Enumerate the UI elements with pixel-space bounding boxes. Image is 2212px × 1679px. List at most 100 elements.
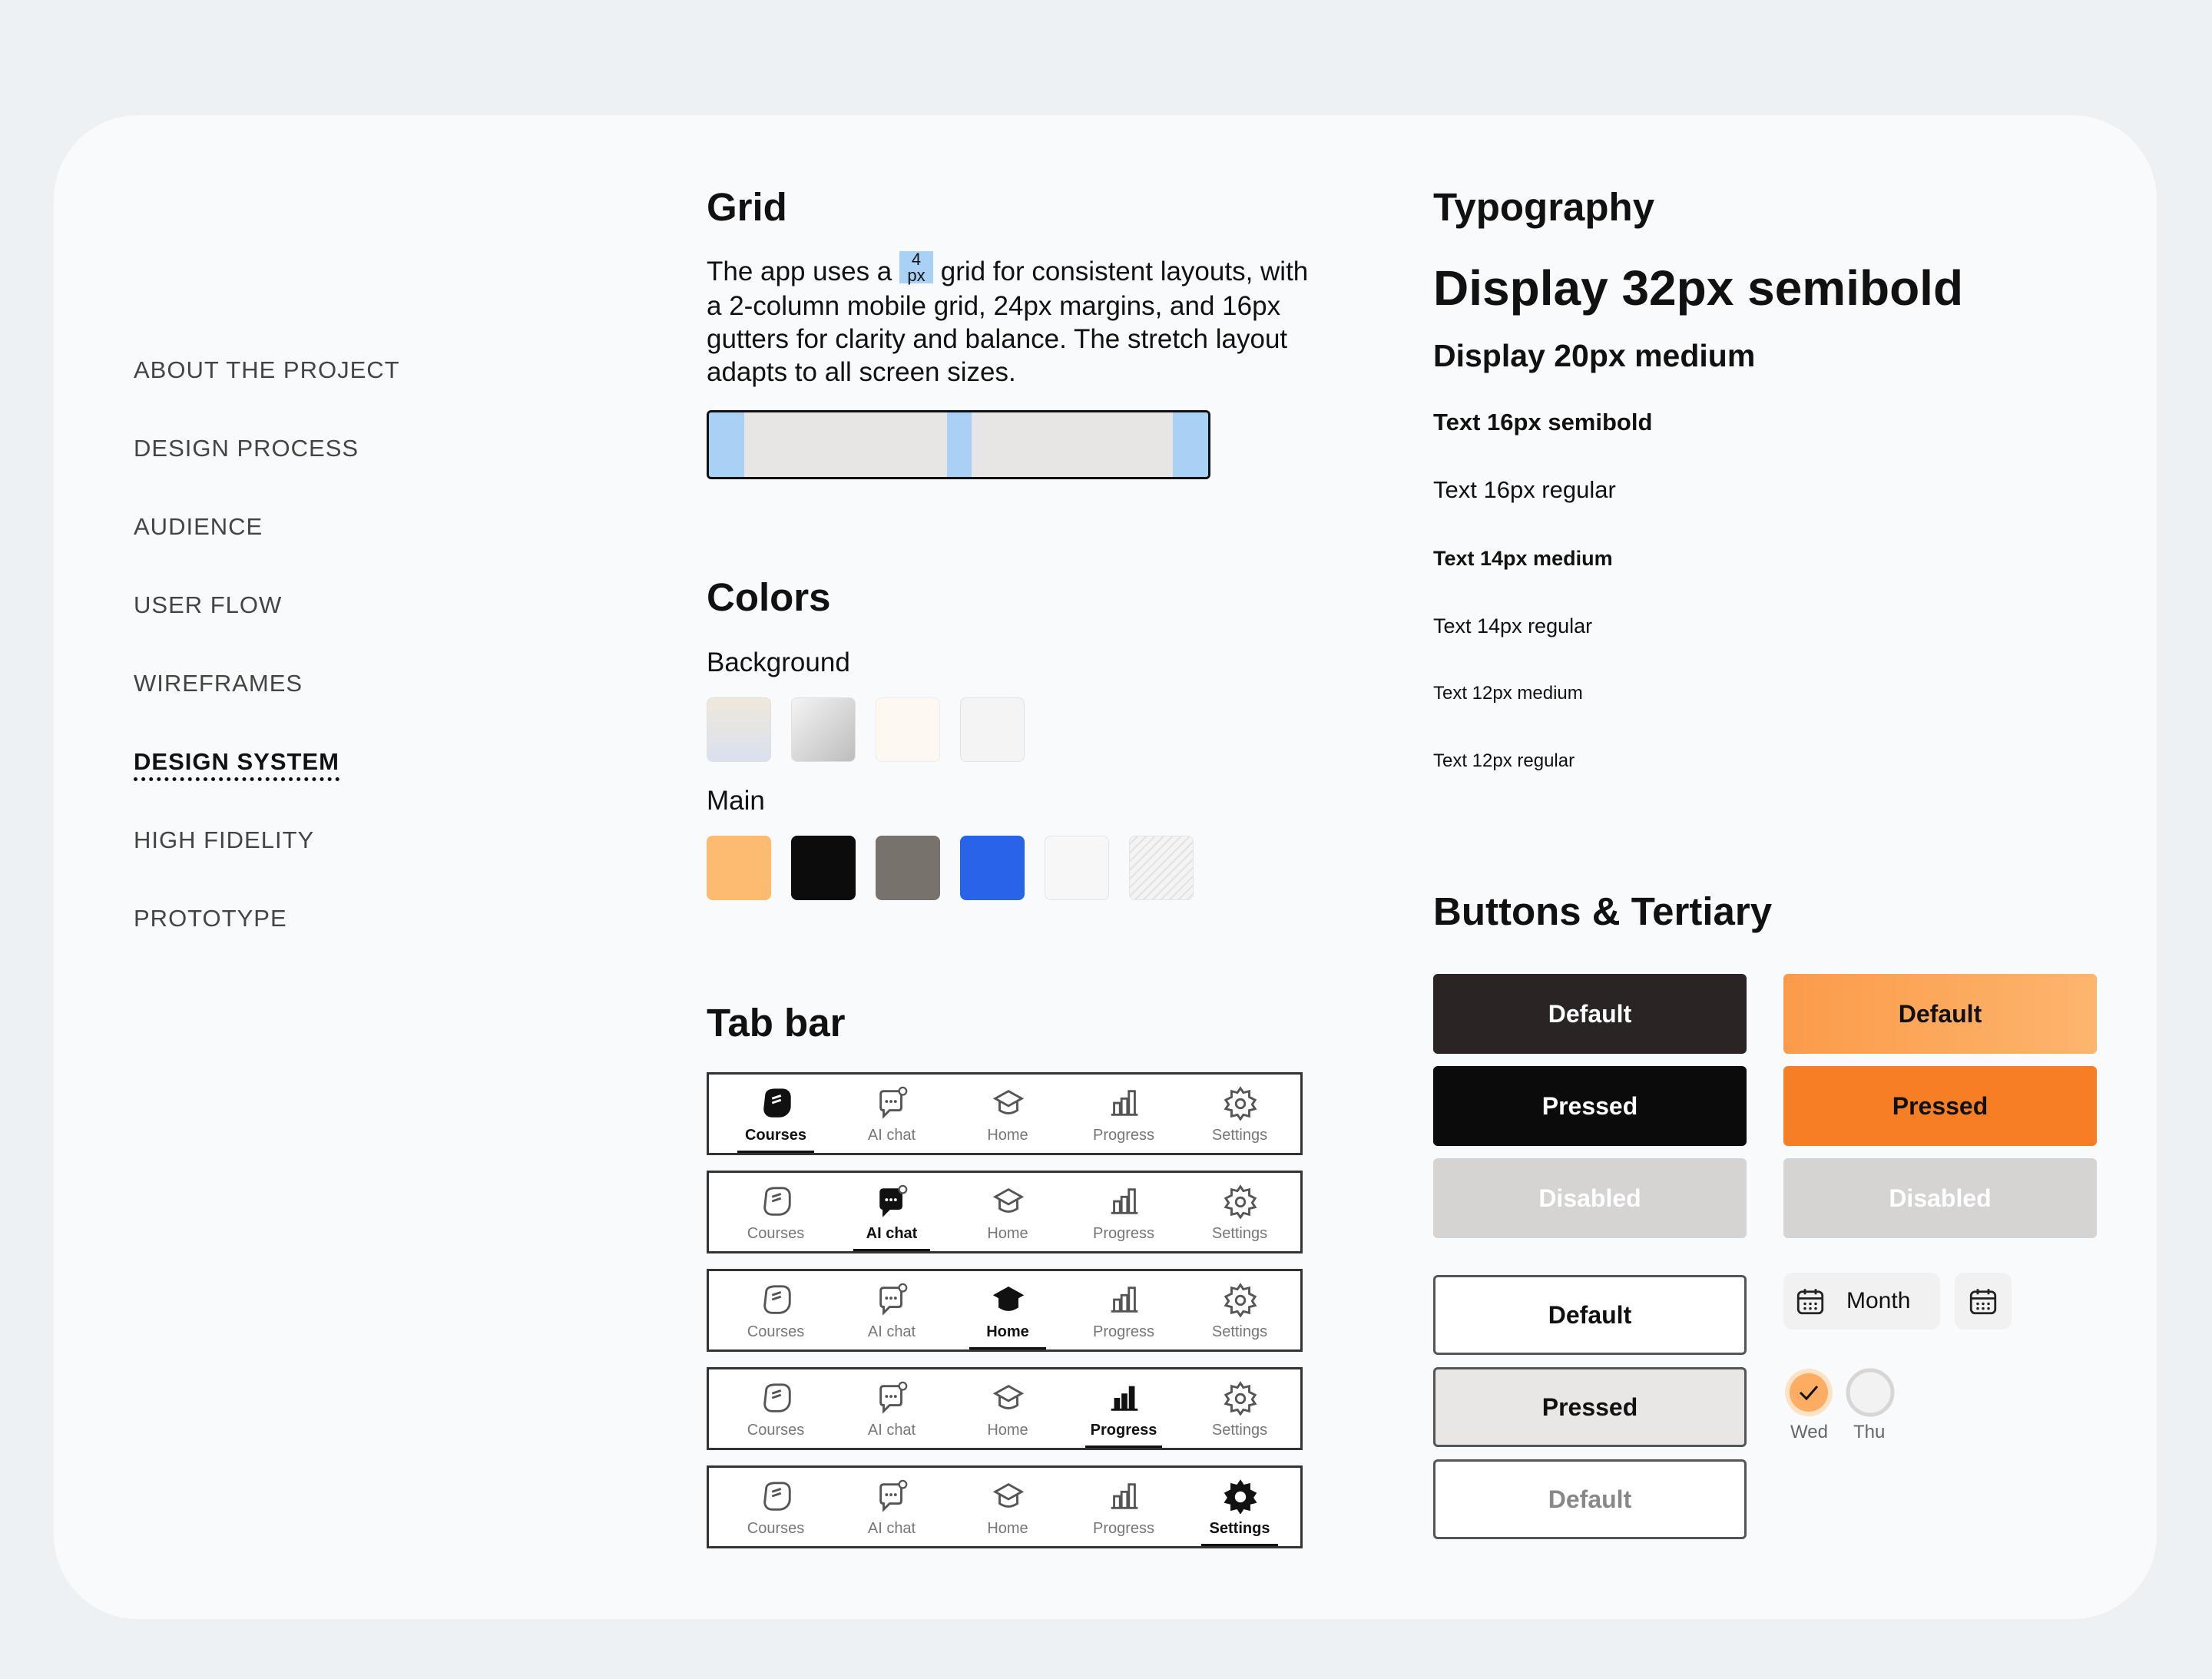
- thu-unchecked-indicator[interactable]: [1845, 1367, 1896, 1418]
- wed-checked-indicator[interactable]: [1783, 1367, 1834, 1418]
- outline-pressed-button[interactable]: Pressed: [1433, 1367, 1747, 1447]
- tab-label: AI chat: [867, 1520, 916, 1537]
- tab-settings[interactable]: Settings: [1182, 1369, 1297, 1448]
- grid-illustration: [707, 410, 1210, 479]
- calendar-icon-button[interactable]: [1955, 1273, 2012, 1330]
- month-chip[interactable]: Month: [1783, 1273, 1940, 1330]
- dark-default-button[interactable]: Default: [1433, 974, 1747, 1054]
- type-text-14-regular: Text 14px regular: [1433, 614, 1593, 637]
- orange-pressed-button[interactable]: Pressed: [1783, 1066, 2097, 1146]
- tab-label: Home: [987, 1520, 1028, 1537]
- buttons-heading: Buttons & Tertiary: [1433, 889, 1773, 933]
- settings-icon: [1224, 1184, 1257, 1219]
- tab-label: Home: [987, 1422, 1028, 1439]
- nav-design-system[interactable]: DESIGN SYSTEM: [134, 748, 339, 781]
- dark-disabled-button[interactable]: Disabled: [1433, 1158, 1747, 1238]
- outline-default-button[interactable]: Default: [1433, 1275, 1747, 1355]
- tabbar-heading: Tab bar: [707, 1001, 846, 1045]
- tab-label: Progress: [1092, 1323, 1155, 1340]
- tab-ai-chat[interactable]: AI chat: [834, 1271, 949, 1349]
- courses-icon: [763, 1088, 791, 1118]
- tab-progress[interactable]: Progress: [1066, 1369, 1181, 1448]
- grid-unit-highlight: 4 px: [899, 250, 933, 283]
- tab-settings[interactable]: Settings: [1182, 1468, 1297, 1546]
- tab-ai-chat[interactable]: AI chat: [834, 1468, 949, 1546]
- tab-label: Courses: [747, 1422, 805, 1439]
- tab-courses[interactable]: Courses: [718, 1075, 833, 1153]
- tab-label: Settings: [1211, 1422, 1268, 1439]
- tab-home[interactable]: Home: [950, 1468, 1065, 1546]
- nav-prototype[interactable]: PROTOTYPE: [134, 905, 287, 932]
- tab-label: Home: [986, 1323, 1029, 1340]
- progress-icon: [1111, 1386, 1138, 1411]
- tab-label: Home: [987, 1225, 1028, 1242]
- home-icon: [992, 1483, 1025, 1508]
- ai-chat-icon: [879, 1283, 908, 1316]
- tab-label: Courses: [747, 1323, 805, 1340]
- tab-settings[interactable]: Settings: [1182, 1075, 1297, 1153]
- tab-home[interactable]: Home: [950, 1271, 1065, 1349]
- tab-label: Courses: [744, 1127, 807, 1144]
- tab-label: AI chat: [867, 1323, 916, 1340]
- swatch-background-1: [707, 697, 771, 762]
- nav-high-fidelity[interactable]: HIGH FIDELITY: [134, 826, 314, 854]
- calendar-icon: [1969, 1289, 1997, 1315]
- grid-margin-right: [1173, 412, 1208, 477]
- tab-label: Settings: [1211, 1225, 1268, 1242]
- settings-icon: [1224, 1086, 1257, 1121]
- tab-label: Settings: [1209, 1520, 1270, 1537]
- home-icon: [992, 1188, 1025, 1213]
- tab-progress[interactable]: Progress: [1066, 1468, 1181, 1546]
- tab-courses[interactable]: Courses: [718, 1468, 833, 1546]
- tab-progress[interactable]: Progress: [1066, 1271, 1181, 1349]
- tab-label: AI chat: [867, 1422, 916, 1439]
- progress-icon: [1111, 1188, 1138, 1214]
- nav-audience[interactable]: AUDIENCE: [134, 513, 263, 541]
- nav-wireframes[interactable]: WIREFRAMES: [134, 670, 303, 697]
- dark-pressed-button[interactable]: Pressed: [1433, 1066, 1747, 1146]
- tab-label: Courses: [747, 1520, 805, 1537]
- tab-ai-chat[interactable]: AI chat: [834, 1075, 949, 1153]
- active-tab-underline: [1201, 1544, 1278, 1546]
- tab-label: Settings: [1211, 1127, 1268, 1144]
- tab-settings[interactable]: Settings: [1182, 1271, 1297, 1349]
- type-text-12-regular: Text 12px regular: [1433, 750, 1575, 771]
- swatch-background-3: [876, 697, 940, 762]
- tab-label: Progress: [1092, 1225, 1155, 1242]
- tabbar-variant-ai-chat-active: Courses AI chat Home Progress Settings: [707, 1171, 1303, 1253]
- tab-progress[interactable]: Progress: [1066, 1173, 1181, 1251]
- tabbar-variant-courses-active: Courses AI chat Home Progress Settings: [707, 1072, 1303, 1155]
- tab-progress[interactable]: Progress: [1066, 1075, 1181, 1153]
- type-text-16-regular: Text 16px regular: [1433, 476, 1616, 503]
- tab-ai-chat[interactable]: AI chat: [834, 1173, 949, 1251]
- progress-icon: [1111, 1483, 1138, 1509]
- orange-disabled-button[interactable]: Disabled: [1783, 1158, 2097, 1238]
- tab-courses[interactable]: Courses: [718, 1271, 833, 1349]
- type-text-12-medium: Text 12px medium: [1433, 683, 1583, 704]
- swatch-main-gray: [876, 836, 940, 900]
- grid-description: The app uses a 4 px grid for consistent l…: [707, 249, 1309, 387]
- tab-courses[interactable]: Courses: [718, 1369, 833, 1448]
- type-text-14-medium: Text 14px medium: [1433, 547, 1613, 570]
- tab-home[interactable]: Home: [950, 1173, 1065, 1251]
- tab-settings[interactable]: Settings: [1182, 1173, 1297, 1251]
- nav-design-process[interactable]: DESIGN PROCESS: [134, 435, 359, 462]
- swatch-background-4: [960, 697, 1025, 762]
- tab-home[interactable]: Home: [950, 1369, 1065, 1448]
- ai-chat-icon: [879, 1381, 908, 1414]
- swatch-main-orange: [707, 836, 771, 900]
- nav-user-flow[interactable]: USER FLOW: [134, 591, 282, 619]
- tab-label: AI chat: [867, 1127, 916, 1144]
- progress-icon: [1111, 1090, 1138, 1116]
- home-icon: [992, 1385, 1025, 1409]
- colors-heading: Colors: [707, 575, 831, 619]
- tab-home[interactable]: Home: [950, 1075, 1065, 1153]
- tab-ai-chat[interactable]: AI chat: [834, 1369, 949, 1448]
- nav-about-the-project[interactable]: ABOUT THE PROJECT: [134, 356, 400, 384]
- type-display-32-semibold: Display 32px semibold: [1433, 260, 1964, 316]
- orange-default-button[interactable]: Default: [1783, 974, 2097, 1054]
- tab-courses[interactable]: Courses: [718, 1173, 833, 1251]
- tabbar-variant-settings-active: Courses AI chat Home Progress Settings: [707, 1465, 1303, 1548]
- outline-disabled-button[interactable]: Default: [1433, 1459, 1747, 1539]
- swatch-main-black: [791, 836, 856, 900]
